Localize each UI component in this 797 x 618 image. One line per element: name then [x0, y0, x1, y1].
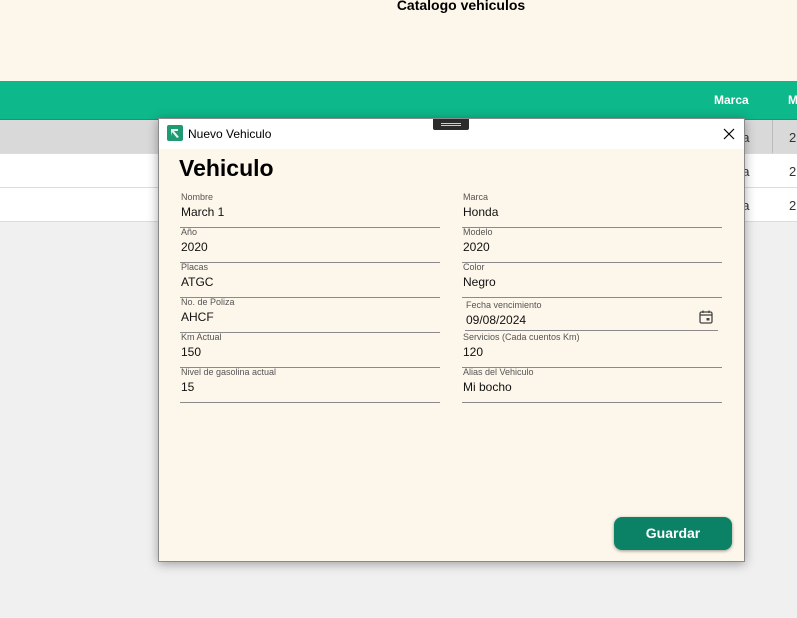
marca-field[interactable]: Marca Honda	[462, 192, 722, 228]
app-header: Catalogo vehiculos	[0, 0, 797, 81]
table-cell-next: 2	[789, 130, 797, 145]
app-icon	[167, 125, 183, 141]
table-cell-next: 2	[789, 198, 797, 213]
gasolina-value[interactable]: 15	[181, 380, 194, 394]
anio-value[interactable]: 2020	[181, 240, 208, 254]
placas-value[interactable]: ATGC	[181, 275, 213, 289]
color-value[interactable]: Negro	[463, 275, 496, 289]
alias-value[interactable]: Mi bocho	[463, 380, 512, 394]
color-label: Color	[463, 262, 485, 272]
alias-field[interactable]: Alias del Vehiculo Mi bocho	[462, 367, 722, 403]
page-title: Catalogo vehiculos	[396, 0, 526, 13]
marca-label: Marca	[463, 192, 489, 202]
anio-label: Año	[181, 227, 198, 237]
dialog-title: Nuevo Vehiculo	[188, 127, 272, 141]
gasolina-field[interactable]: Nivel de gasolina actual 15	[180, 367, 440, 403]
placas-label: Placas	[181, 262, 209, 272]
form-heading: Vehiculo	[179, 155, 274, 181]
nombre-value[interactable]: March 1	[181, 205, 224, 219]
gasolina-label: Nivel de gasolina actual	[181, 367, 277, 377]
table-cell-next: 2	[789, 164, 797, 179]
close-button[interactable]	[714, 119, 744, 149]
save-button[interactable]: Guardar	[614, 517, 732, 550]
column-header-marca[interactable]: Marca	[714, 93, 749, 107]
close-icon	[723, 128, 735, 140]
column-divider	[772, 120, 773, 153]
modelo-field[interactable]: Modelo 2020	[462, 227, 722, 263]
modelo-value[interactable]: 2020	[463, 240, 490, 254]
drag-handle[interactable]	[433, 119, 469, 130]
column-header-next[interactable]: M	[788, 93, 797, 107]
table-header: Marca M	[0, 81, 797, 120]
poliza-field[interactable]: No. de Poliza AHCF	[180, 297, 440, 333]
km-field[interactable]: Km Actual 150	[180, 332, 440, 368]
dialog-titlebar[interactable]: Nuevo Vehiculo	[159, 119, 744, 149]
nombre-field[interactable]: Nombre March 1	[180, 192, 440, 228]
marca-value[interactable]: Honda	[463, 205, 498, 219]
fecha-value[interactable]: 09/08/2024	[466, 313, 526, 327]
modelo-label: Modelo	[463, 227, 493, 237]
km-label: Km Actual	[181, 332, 222, 342]
servicios-value[interactable]: 120	[463, 345, 483, 359]
placas-field[interactable]: Placas ATGC	[180, 262, 440, 298]
anio-field[interactable]: Año 2020	[180, 227, 440, 263]
new-vehicle-dialog: Nuevo Vehiculo Vehiculo Nombre March 1 A…	[158, 118, 745, 562]
color-field[interactable]: Color Negro	[462, 262, 722, 298]
fecha-vencimiento-picker[interactable]: Fecha vencimiento 09/08/2024	[465, 299, 718, 331]
poliza-label: No. de Poliza	[181, 297, 235, 307]
calendar-icon[interactable]	[699, 310, 713, 324]
fecha-label: Fecha vencimiento	[466, 300, 542, 310]
servicios-field[interactable]: Servicios (Cada cuentos Km) 120	[462, 332, 722, 368]
nombre-label: Nombre	[181, 192, 214, 202]
km-value[interactable]: 150	[181, 345, 201, 359]
servicios-label: Servicios (Cada cuentos Km)	[463, 332, 580, 342]
poliza-value[interactable]: AHCF	[181, 310, 214, 324]
alias-label: Alias del Vehiculo	[463, 367, 534, 377]
